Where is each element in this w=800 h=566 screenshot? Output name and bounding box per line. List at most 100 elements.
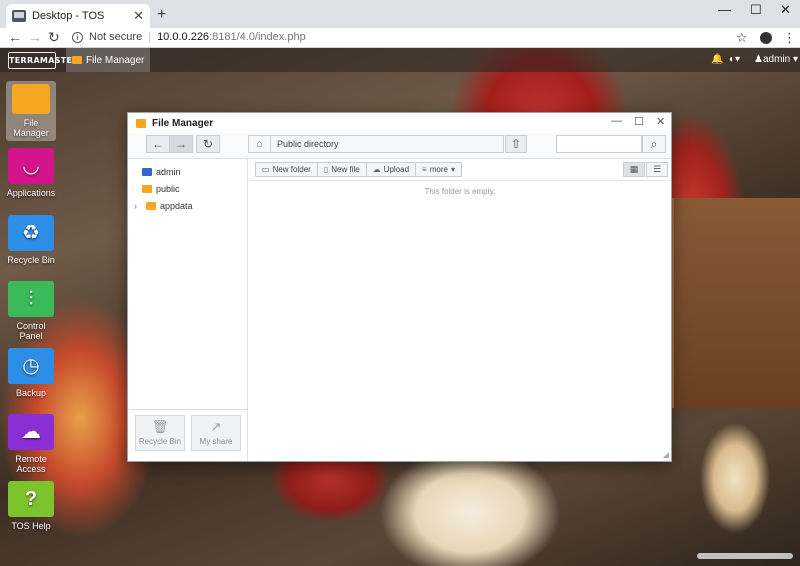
user-folder-icon: [142, 168, 152, 176]
new-folder-label: New folder: [272, 165, 311, 174]
tab-favicon-icon: [12, 10, 26, 22]
upload-cloud-icon: ☁: [372, 165, 381, 174]
taskbar-file-manager[interactable]: File Manager: [66, 48, 151, 72]
upload-button[interactable]: ☁ Upload: [366, 162, 417, 177]
address-bar[interactable]: i Not secure | 10.0.0.226 :8181/4.0/inde…: [72, 31, 306, 43]
user-menu[interactable]: ♟admin ▾: [754, 54, 798, 65]
help-question-icon: ?: [8, 481, 54, 517]
tos-desktop: TERRAMASTER File Manager 🔔 ◐▾ ♟admin ▾ F…: [0, 48, 800, 566]
tree-item-label: public: [156, 184, 180, 194]
recycle-bin-button-label: Recycle Bin: [138, 437, 182, 446]
file-manager-window: File Manager — ☐ ✕ ← → ↻ ⌂ Public direct…: [127, 112, 672, 462]
window-minimize-button[interactable]: —: [611, 115, 622, 127]
empty-folder-message: This folder is empty.: [424, 187, 496, 196]
wallpaper-crate: [670, 198, 800, 408]
file-manager-toolbar: ← → ↻ ⌂ Public directory ⇧ ⌕: [128, 133, 671, 159]
path-bar[interactable]: ⌂ Public directory: [248, 135, 504, 153]
user-label: admin: [762, 54, 791, 65]
upload-label: Upload: [383, 165, 410, 174]
sidebar-divider: [128, 409, 248, 410]
desktop-icon-label: File Manager: [13, 118, 49, 138]
minimize-button[interactable]: —: [718, 2, 731, 17]
desktop-icon-file-manager[interactable]: File Manager: [6, 81, 56, 141]
new-folder-button[interactable]: ▭ New folder: [255, 162, 318, 177]
more-button[interactable]: ≡ more ▾: [416, 162, 462, 177]
notification-bell-icon[interactable]: 🔔: [711, 54, 723, 65]
list-menu-icon: ≡: [422, 165, 427, 174]
cloud-icon: ☁: [8, 414, 54, 450]
search-icon[interactable]: ⌕: [642, 135, 666, 153]
reload-button[interactable]: ↻: [48, 29, 60, 46]
desktop-icon-label: Control Panel: [16, 321, 46, 341]
action-bar-divider: [249, 180, 671, 181]
new-tab-button[interactable]: +: [157, 6, 166, 24]
path-crumb[interactable]: Public directory: [271, 139, 339, 149]
window-close-button[interactable]: ✕: [656, 115, 665, 128]
new-file-label: New file: [331, 165, 360, 174]
back-button[interactable]: ←: [8, 29, 22, 45]
desktop-icon-label: TOS Help: [11, 521, 51, 531]
url-host: 10.0.0.226: [157, 31, 210, 43]
back-arrow-icon[interactable]: ←: [146, 135, 170, 153]
go-up-icon[interactable]: ⇧: [505, 135, 527, 153]
window-maximize-button[interactable]: ☐: [634, 115, 644, 128]
recycle-bin-button[interactable]: 🗑 Recycle Bin: [135, 415, 185, 451]
horizontal-scrollbar[interactable]: [697, 553, 793, 559]
folder-tree: admin public › appdata 🗑 Recycle Bin ↗ M…: [128, 159, 248, 461]
desktop-icon-label: Applications: [6, 188, 56, 198]
desktop-icon-control-panel[interactable]: ⫶ Control Panel: [6, 281, 56, 341]
my-share-button[interactable]: ↗ My share: [191, 415, 241, 451]
tree-item-label: admin: [156, 167, 181, 177]
folder-icon: [136, 118, 146, 128]
browser-tab[interactable]: Desktop - TOS ✕: [6, 4, 150, 28]
home-icon[interactable]: ⌂: [249, 136, 271, 152]
tree-item-public[interactable]: public: [142, 184, 180, 194]
tree-item-admin[interactable]: admin: [142, 167, 181, 177]
new-file-button[interactable]: ▯ New file: [317, 162, 367, 177]
folder-icon: [12, 84, 50, 114]
url-divider: |: [148, 31, 152, 43]
terramaster-logo: TERRAMASTER: [8, 52, 78, 69]
tab-close-icon[interactable]: ✕: [133, 8, 144, 24]
desktop-icon-recycle-bin[interactable]: ♻ Recycle Bin: [6, 215, 56, 265]
new-file-icon: ▯: [323, 165, 329, 174]
forward-button[interactable]: →: [28, 29, 42, 45]
url-path: :8181/4.0/index.php: [209, 31, 306, 43]
info-icon[interactable]: i: [72, 31, 83, 43]
tree-item-label: appdata: [160, 201, 193, 211]
maximize-button[interactable]: ☐: [750, 2, 762, 18]
browser-menu-icon[interactable]: ⋮: [783, 30, 796, 46]
search-input[interactable]: [556, 135, 642, 153]
user-icon: ♟: [754, 54, 763, 65]
grid-view-icon[interactable]: ▦: [623, 162, 645, 177]
desktop-icon-label: Backup: [15, 388, 47, 398]
file-list-pane: ▭ New folder ▯ New file ☁ Upload ≡ more …: [249, 159, 671, 461]
desktop-icon-backup[interactable]: ◷ Backup: [6, 348, 56, 398]
folder-icon: [146, 202, 156, 210]
sliders-icon: ⫶: [8, 281, 54, 317]
folder-icon: [142, 185, 152, 193]
tos-taskbar: TERRAMASTER File Manager 🔔 ◐▾ ♟admin ▾: [0, 48, 800, 72]
security-label: Not secure: [89, 31, 143, 43]
resize-grip-icon[interactable]: ◢: [663, 450, 669, 459]
language-icon[interactable]: ◐▾: [729, 54, 740, 65]
bookmark-star-icon[interactable]: ☆: [736, 30, 748, 46]
folder-icon: [72, 56, 82, 64]
profile-icon[interactable]: [760, 32, 772, 44]
expand-chevron-icon[interactable]: ›: [134, 201, 142, 211]
list-view-icon[interactable]: ☰: [646, 162, 668, 177]
action-bar: ▭ New folder ▯ New file ☁ Upload ≡ more …: [255, 162, 462, 177]
desktop-icon-remote-access[interactable]: ☁ Remote Access: [6, 414, 56, 474]
forward-arrow-icon[interactable]: →: [169, 135, 193, 153]
close-window-button[interactable]: ✕: [780, 2, 791, 18]
refresh-icon[interactable]: ↻: [196, 135, 220, 153]
desktop-icon-tos-help[interactable]: ? TOS Help: [6, 481, 56, 531]
window-titlebar[interactable]: File Manager — ☐ ✕: [128, 113, 671, 133]
tree-item-appdata[interactable]: › appdata: [134, 201, 193, 211]
window-title: File Manager: [152, 117, 214, 129]
caret-down-icon: ▾: [450, 165, 455, 174]
browser-tabstrip: Desktop - TOS ✕ + — ☐ ✕: [0, 0, 800, 28]
desktop-icon-applications[interactable]: ◡ Applications: [6, 148, 56, 198]
backup-clock-icon: ◷: [8, 348, 54, 384]
trash-icon: 🗑: [151, 419, 169, 434]
